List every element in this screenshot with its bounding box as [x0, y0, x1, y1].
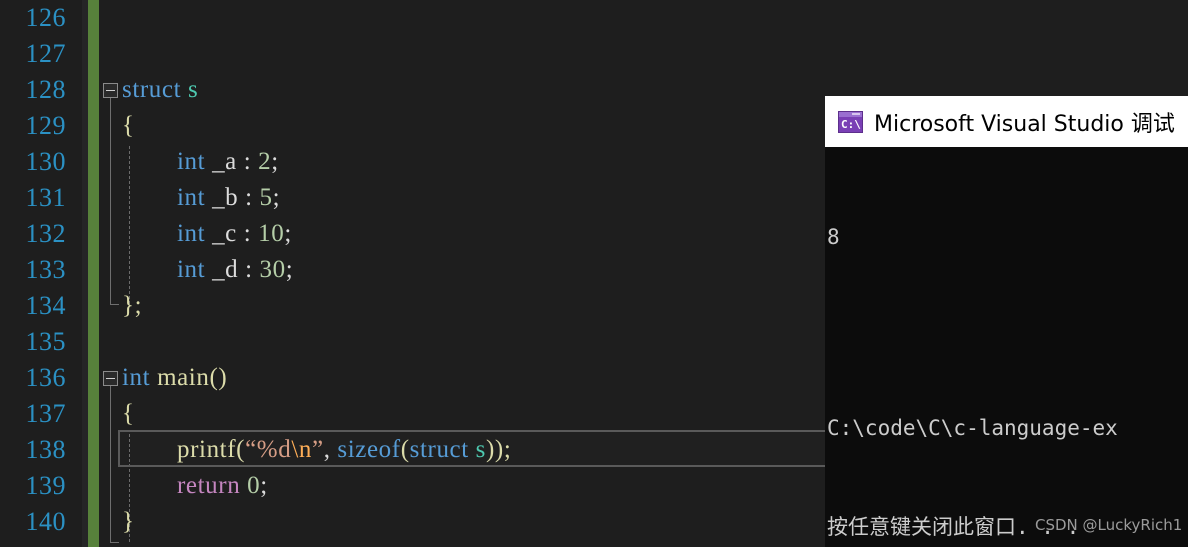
- console-exit-path-line: C:\code\C\c-language-ex: [827, 416, 1118, 440]
- token-semicolon: ;: [260, 472, 268, 499]
- token-keyword-int: int: [122, 364, 151, 391]
- token-colon: :: [243, 220, 252, 247]
- line-number: 130: [25, 147, 66, 176]
- token-bitwidth-c: 10: [258, 220, 285, 247]
- line-number: 131: [25, 183, 66, 212]
- token-parens-empty: (): [209, 364, 228, 391]
- line-number: 134: [25, 291, 66, 320]
- token-keyword-return: return: [177, 472, 241, 499]
- token-type-name: s: [475, 436, 486, 463]
- line-number: 126: [25, 3, 66, 32]
- token-keyword-int: int: [177, 256, 206, 283]
- line-number: 139: [25, 471, 66, 500]
- token-colon: :: [245, 184, 253, 211]
- token-keyword-sizeof: sizeof: [337, 436, 401, 463]
- token-function-main: main: [157, 364, 210, 391]
- token-bitwidth-b: 5: [259, 184, 273, 211]
- token-semicolon: ;: [285, 256, 294, 283]
- token-colon: :: [243, 148, 252, 175]
- token-call-close: ));: [486, 436, 512, 463]
- code-text[interactable]: {: [122, 396, 135, 432]
- console-window-icon: C:\: [838, 110, 863, 133]
- token-semicolon: ;: [271, 148, 279, 175]
- console-icon-glyph: C:\: [841, 117, 861, 131]
- token-brace-close: }: [122, 508, 135, 535]
- token-string-literal: “%d: [245, 436, 292, 463]
- token-keyword-struct: struct: [122, 76, 182, 103]
- code-line[interactable]: 126: [0, 0, 1188, 36]
- token-identifier-field-c: _c: [212, 220, 237, 247]
- console-output-blank-line: [827, 320, 1188, 346]
- token-paren-open: (: [400, 436, 410, 463]
- line-number: 132: [25, 219, 66, 248]
- code-text[interactable]: int _b : 5;: [177, 180, 280, 216]
- console-output-value: 8: [827, 225, 840, 249]
- code-line[interactable]: 127: [0, 36, 1188, 72]
- token-struct-close: };: [122, 292, 143, 319]
- token-semicolon: ;: [284, 220, 292, 247]
- token-keyword-int: int: [177, 148, 206, 175]
- code-text[interactable]: int main(): [122, 360, 227, 396]
- code-text[interactable]: int _a : 2;: [177, 144, 279, 180]
- token-type-name: s: [188, 76, 199, 103]
- debug-console-window[interactable]: C:\ Microsoft Visual Studio 调试 8 C:\code…: [825, 96, 1188, 547]
- console-titlebar[interactable]: C:\ Microsoft Visual Studio 调试: [825, 96, 1188, 147]
- token-identifier-field-b: _b: [212, 184, 239, 211]
- code-text[interactable]: int _c : 10;: [177, 216, 292, 252]
- token-brace-open: {: [122, 112, 135, 139]
- line-number: 129: [25, 111, 66, 140]
- token-brace-open: {: [122, 400, 135, 427]
- token-keyword-int: int: [177, 220, 206, 247]
- line-number: 135: [25, 327, 66, 356]
- line-number: 127: [25, 39, 66, 68]
- code-text[interactable]: {: [122, 108, 135, 144]
- console-title-text: Microsoft Visual Studio 调试: [874, 111, 1175, 137]
- line-number: 140: [25, 507, 66, 536]
- code-text[interactable]: int _d : 30;: [177, 252, 293, 288]
- line-number: 138: [25, 435, 66, 464]
- token-identifier-field-d: _d: [212, 256, 239, 283]
- token-return-value: 0: [247, 472, 261, 499]
- token-bitwidth-d: 30: [259, 256, 286, 283]
- token-keyword-int: int: [177, 184, 206, 211]
- token-escape-newline: \n: [291, 436, 312, 463]
- code-text[interactable]: }: [122, 504, 135, 540]
- line-number: 137: [25, 399, 66, 428]
- token-bitwidth-a: 2: [258, 148, 272, 175]
- code-text[interactable]: return 0;: [177, 468, 268, 504]
- line-number: 133: [25, 255, 66, 284]
- token-keyword-struct: struct: [409, 436, 469, 463]
- console-output-area[interactable]: 8 C:\code\C\c-language-ex 按任意键关闭此窗口. . .: [825, 147, 1188, 547]
- token-paren-open: (: [236, 436, 246, 463]
- watermark-text: CSDN @LuckyRich1: [1035, 516, 1183, 534]
- token-comma: ,: [323, 436, 331, 463]
- token-string-close-quote: ”: [311, 436, 324, 463]
- token-function-printf: printf: [177, 436, 237, 463]
- token-semicolon: ;: [272, 184, 281, 211]
- token-identifier-field-a: _a: [212, 148, 237, 175]
- token-colon: :: [245, 256, 253, 283]
- code-text[interactable]: printf(“%d\n”, sizeof(struct s));: [177, 432, 511, 468]
- line-number: 136: [25, 363, 66, 392]
- code-text[interactable]: struct s: [122, 72, 198, 108]
- screenshot-root: 126 127 128 struct s 129 { 130 int _a : …: [0, 0, 1188, 547]
- line-number: 128: [25, 75, 66, 104]
- code-text[interactable]: };: [122, 288, 142, 324]
